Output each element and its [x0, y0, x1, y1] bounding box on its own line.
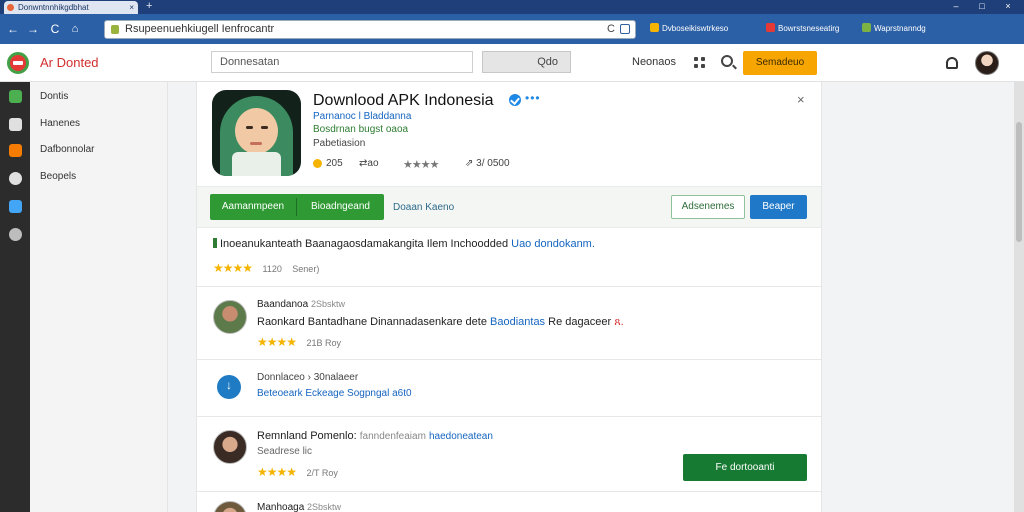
maximize-button[interactable]: □: [970, 0, 994, 14]
extension-icon: [650, 23, 659, 32]
review-item: Remnland Pomenlo: fanndenfeaiam haedonea…: [197, 418, 821, 492]
header-nav-link[interactable]: Neonaos: [632, 56, 676, 68]
close-icon[interactable]: ×: [797, 92, 805, 107]
scrollbar-thumb[interactable]: [1016, 122, 1022, 242]
reviewer-avatar[interactable]: [213, 501, 247, 512]
app-header: Ar Donted Donnesatan Qdo Neonaos Semadeu…: [0, 44, 1024, 82]
forward-button[interactable]: →: [26, 22, 40, 36]
browser-tab[interactable]: Donwntnnhikgdbhat ×: [4, 1, 138, 14]
rating-stars: ★★★★: [403, 159, 439, 171]
summary-text: Inoeanukanteath Baanagaosdamakangita Ile…: [213, 238, 595, 250]
extension-2[interactable]: Bowrstsneseatirg: [766, 23, 839, 35]
info-title: Donnlaceo › 30nalaeer: [257, 372, 359, 383]
search-icon[interactable]: [721, 55, 733, 67]
primary-split-button[interactable]: Aamanmpeen Bioadngeand: [210, 194, 384, 220]
action-bar: Aamanmpeen Bioadngeand Doaan Kaeno Adsen…: [197, 186, 821, 228]
app-subtitle: Pabetiasion: [313, 138, 366, 149]
home-button[interactable]: ⌂: [68, 22, 82, 36]
review-rating: ★★★★ 2/T Roy: [257, 465, 338, 479]
reviewer-name: Remnland Pomenlo: fanndenfeaiam haedonea…: [257, 430, 493, 442]
extension-3[interactable]: Waprstnanndg: [862, 23, 926, 35]
installs-stat: ⇗ 3/ 0500: [465, 158, 510, 169]
more-options-button[interactable]: •••: [525, 91, 541, 105]
summary-rating: ★★★★ 1120 Sener): [213, 261, 320, 275]
reviewer-avatar[interactable]: [213, 300, 247, 334]
tab-title: Donwntnnhikgdbhat: [18, 3, 89, 12]
minimize-button[interactable]: –: [944, 0, 968, 14]
review-item: Manhoaga 2Sbsktw: [197, 493, 821, 512]
box-icon[interactable]: [9, 144, 22, 157]
bookmark-icon[interactable]: [620, 24, 630, 34]
sidebar-item-2[interactable]: Hanenes: [40, 118, 80, 129]
summary-row: Inoeanukanteath Baanagaosdamakangita Ile…: [197, 230, 821, 287]
blue-button[interactable]: Beaper: [750, 195, 807, 219]
info-link[interactable]: Beteoeark Eckeage Sogpngal a6t0: [257, 388, 412, 399]
download-button[interactable]: Fe dortooanti: [683, 454, 807, 481]
info-row: Donnlaceo › 30nalaeer Beteoeark Eckeage …: [197, 361, 821, 417]
sidebar-item-4[interactable]: Beopels: [40, 171, 76, 182]
omnibox-reload-icon[interactable]: C: [607, 21, 615, 38]
url-text: Rsupeenuehkiugell Ienfrocantr: [125, 23, 275, 35]
reviewer-name: Baandanoa 2Sbsktw: [257, 299, 345, 310]
new-tab-button[interactable]: +: [146, 0, 152, 13]
extension-icon: [766, 23, 775, 32]
review-subtext: Seadrese lic: [257, 446, 313, 457]
primary-button-left[interactable]: Aamanmpeen: [210, 194, 296, 220]
sidebar: Dontis Hanenes Dafbonnolar Beopels: [30, 82, 168, 512]
lock-icon: [111, 25, 119, 34]
extension-icon: [862, 23, 871, 32]
back-button[interactable]: ←: [6, 22, 20, 36]
search-input[interactable]: Donnesatan: [211, 51, 473, 73]
outline-button[interactable]: Adsenemes: [671, 195, 745, 219]
search-button[interactable]: Qdo: [482, 51, 571, 73]
camera-icon[interactable]: [9, 228, 22, 241]
share-stat: ⇄ao: [359, 158, 379, 169]
app-icon: [212, 90, 301, 176]
category-link[interactable]: Bosdrnan bugst oaoa: [313, 124, 408, 135]
window-icon[interactable]: [9, 200, 22, 213]
close-window-button[interactable]: ×: [996, 0, 1020, 14]
primary-button-right[interactable]: Bioadngeand: [297, 194, 384, 220]
download-count: 205: [326, 158, 343, 169]
header-cta-button[interactable]: Semadeuo: [743, 51, 817, 75]
gear-icon[interactable]: [9, 172, 22, 185]
notification-bell-icon[interactable]: [946, 57, 958, 69]
brand-logo-icon[interactable]: [7, 52, 29, 74]
icon-rail: [0, 82, 30, 512]
sidebar-item-3[interactable]: Dafbonnolar: [40, 144, 94, 155]
summary-link[interactable]: Uao dondokanm.: [511, 238, 595, 250]
download-icon[interactable]: [9, 90, 22, 103]
favicon-icon: [7, 4, 14, 11]
app-title: Downlood APK Indonesia: [313, 92, 494, 109]
address-bar[interactable]: Rsupeenuehkiugell Ienfrocantr C: [104, 20, 636, 39]
page-scrollbar[interactable]: [1014, 82, 1024, 512]
flag-icon: [213, 238, 217, 248]
chart-icon[interactable]: [9, 118, 22, 131]
apps-grid-icon[interactable]: [694, 57, 706, 69]
review-item: Baandanoa 2Sbsktw Raonkard Bantadhane Di…: [197, 288, 821, 360]
brand-name[interactable]: Ar Donted: [40, 55, 99, 70]
coin-icon: [313, 159, 322, 168]
review-text: Raonkard Bantadhane Dinannadasenkare det…: [257, 316, 624, 328]
reviewer-name: Manhoaga 2Sbsktw: [257, 502, 342, 512]
verified-badge-icon: [509, 94, 521, 106]
ghost-link[interactable]: Doaan Kaeno: [393, 202, 454, 213]
sidebar-item-1[interactable]: Dontis: [40, 91, 68, 102]
user-avatar[interactable]: [975, 51, 999, 75]
browser-toolbar: ← → C ⌂ Rsupeenuehkiugell Ienfrocantr C …: [0, 14, 1024, 44]
extension-1[interactable]: Dvboseikiswtrkeso: [650, 23, 728, 35]
review-rating: ★★★★ 21B Roy: [257, 335, 342, 349]
tab-close-icon[interactable]: ×: [129, 1, 134, 14]
reviewer-avatar[interactable]: [213, 430, 247, 464]
reload-button[interactable]: C: [48, 22, 62, 36]
browser-tabstrip: Donwntnnhikgdbhat × + – □ ×: [0, 0, 1024, 14]
download-info-icon: [217, 375, 241, 399]
developer-link[interactable]: Parnanoc l Bladdanna: [313, 111, 411, 122]
app-detail-card: Downlood APK Indonesia ••• × Parnanoc l …: [196, 82, 822, 512]
